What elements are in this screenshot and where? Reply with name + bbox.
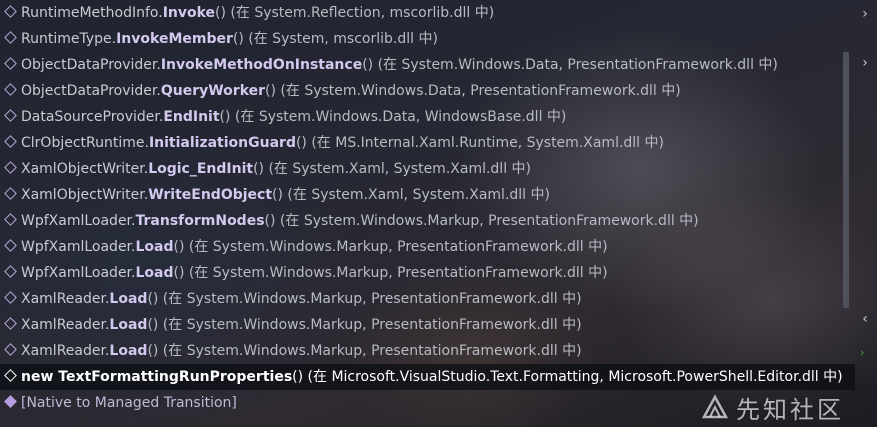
frame-location: () (在 System.Windows.Markup, Presentatio… [173,239,608,255]
frame-location: () (在 System.Windows.Data, PresentationF… [362,57,778,73]
frame-location: () (在 System, mscorlib.dll 中) [232,31,438,47]
stack-frame[interactable]: ClrObjectRuntime.InitializationGuard() (… [0,130,855,156]
frame-class: ObjectDataProvider. [21,57,161,73]
stack-frame[interactable]: XamlReader.Load() (在 System.Windows.Mark… [0,286,855,312]
stack-frame-current[interactable]: new TextFormattingRunProperties() (在 Mic… [0,364,855,390]
frame-class: XamlReader. [21,343,110,359]
stack-frame[interactable]: WpfXamlLoader.TransformNodes() (在 System… [0,208,855,234]
frame-method: Load [135,239,174,255]
stack-frame[interactable]: RuntimeType.InvokeMember() (在 System, ms… [0,26,855,52]
frame-method: WriteEndObject [148,187,273,203]
frame-method: Load [109,291,148,307]
chevron-left-icon[interactable]: ‹ [858,312,872,326]
native-frame-label: [Native to Managed Transition] [21,395,237,411]
frame-location: () (在 System.Xaml, System.Xaml.dll 中) [253,161,531,177]
chevron-right-icon[interactable]: › [858,7,872,21]
frame-class: RuntimeMethodInfo. [21,5,163,21]
vertical-scrollbar[interactable] [839,52,853,308]
frame-method: EndInit [163,109,220,125]
frame-marker-icon [4,291,17,304]
frame-method: InitializationGuard [148,135,296,151]
frame-class: new [21,369,59,385]
frame-location: () (在 MS.Internal.Xaml.Runtime, System.X… [295,135,664,151]
frame-class: WpfXamlLoader. [21,213,136,229]
frame-class: WpfXamlLoader. [21,239,136,255]
watermark-text: 先知社区 [736,395,844,424]
frame-method: InvokeMember [116,31,233,47]
stack-frame[interactable]: XamlObjectWriter.WriteEndObject() (在 Sys… [0,182,855,208]
frame-method: QueryWorker [160,83,266,99]
scrollbar-thumb[interactable] [843,52,849,308]
frame-marker-icon [4,83,17,96]
frame-location: () (在 System.Xaml, System.Xaml.dll 中) [272,187,550,203]
stack-frame[interactable]: XamlObjectWriter.Logic_EndInit() (在 Syst… [0,156,855,182]
frame-class: DataSourceProvider. [21,109,164,125]
stack-frame[interactable]: WpfXamlLoader.Load() (在 System.Windows.M… [0,260,855,286]
watermark-logo-icon [701,394,729,419]
frame-class: XamlReader. [21,317,110,333]
native-frame-marker-icon [4,395,17,408]
frame-marker-icon [4,31,17,44]
frame-location: () (在 System.Windows.Markup, Presentatio… [173,265,608,281]
frame-method: Invoke [162,5,216,21]
frame-location: () (在 System.Reflection, mscorlib.dll 中) [215,5,495,21]
frame-marker-icon [4,135,17,148]
frame-class: ObjectDataProvider. [21,83,161,99]
call-stack-panel: RuntimeMethodInfo.Invoke() (在 System.Ref… [0,0,877,427]
stack-frame[interactable]: ObjectDataProvider.QueryWorker() (在 Syst… [0,78,855,104]
frame-method: Logic_EndInit [148,161,254,177]
frame-class: RuntimeType. [21,31,117,47]
frame-location: () (在 System.Windows.Markup, Presentatio… [147,291,582,307]
frame-class: XamlObjectWriter. [21,187,149,203]
frame-marker-icon [4,343,17,356]
frame-location: () (在 System.Windows.Data, PresentationF… [265,83,681,99]
frame-method: TransformNodes [135,213,265,229]
frame-class: WpfXamlLoader. [21,265,136,281]
frame-marker-icon [4,187,17,200]
call-stack-list: RuntimeMethodInfo.Invoke() (在 System.Ref… [0,0,855,427]
stack-frame[interactable]: ObjectDataProvider.InvokeMethodOnInstanc… [0,52,855,78]
stack-frame[interactable]: DataSourceProvider.EndInit() (在 System.W… [0,104,855,130]
stack-frame[interactable]: RuntimeMethodInfo.Invoke() (在 System.Ref… [0,0,855,26]
frame-marker-icon [4,369,17,382]
stack-frame[interactable]: XamlReader.Load() (在 System.Windows.Mark… [0,312,855,338]
frame-marker-icon [4,239,17,252]
frame-class: XamlReader. [21,291,110,307]
frame-location: () (在 System.Windows.Markup, Presentatio… [147,317,582,333]
stack-frame[interactable]: WpfXamlLoader.Load() (在 System.Windows.M… [0,234,855,260]
frame-location: () (在 Microsoft.VisualStudio.Text.Format… [292,369,843,385]
frame-marker-icon [4,317,17,330]
watermark: 先知社区 [700,391,870,424]
frame-marker-icon [4,161,17,174]
frame-marker-icon [4,109,17,122]
frame-method: Load [135,265,174,281]
frame-class: XamlObjectWriter. [21,161,149,177]
gutter-arrow-icon: › [860,346,865,359]
frame-marker-icon [4,5,17,18]
chevron-right-icon[interactable]: › [858,56,872,70]
stack-frame[interactable]: XamlReader.Load() (在 System.Windows.Mark… [0,338,855,364]
frame-class: ClrObjectRuntime. [21,135,149,151]
frame-location: () (在 System.Windows.Markup, Presentatio… [264,213,699,229]
frame-method: TextFormattingRunProperties [58,369,293,385]
frame-marker-icon [4,265,17,278]
frame-location: () (在 System.Windows.Data, WindowsBase.d… [219,109,567,125]
frame-method: Load [109,317,148,333]
frame-location: () (在 System.Windows.Markup, Presentatio… [147,343,582,359]
frame-marker-icon [4,213,17,226]
frame-method: InvokeMethodOnInstance [160,57,363,73]
frame-method: Load [109,343,148,359]
frame-marker-icon [4,57,17,70]
